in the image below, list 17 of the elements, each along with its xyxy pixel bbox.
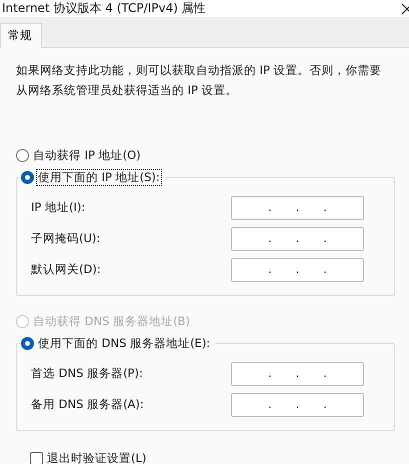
ip-address-field[interactable]: . . .: [231, 226, 364, 250]
ip-address-field[interactable]: . . .: [231, 196, 364, 220]
radio-option[interactable]: 使用下面的 IP 地址(S):: [21, 166, 161, 188]
field-label: 首选 DNS 服务器(P):: [31, 366, 143, 381]
radio-option[interactable]: 使用下面的 DNS 服务器地址(E):: [21, 332, 212, 354]
description-text: 如果网络支持此功能，则可以获取自动指派的 IP 设置。否则，你需要从网络系统管理员处获得适当的 IP 设置。: [16, 62, 383, 99]
ip-address-field[interactable]: . . .: [231, 362, 364, 386]
tab[interactable]: 常规: [0, 23, 42, 48]
field-label: 备用 DNS 服务器(A):: [31, 397, 144, 412]
checkbox-option[interactable]: 退出时验证设置(L): [30, 451, 395, 464]
field-label: IP 地址(I):: [31, 200, 86, 215]
radio-option[interactable]: 自动获得 IP 地址(O): [16, 144, 395, 166]
ip-address-field[interactable]: . . .: [231, 392, 364, 416]
ip-address-field[interactable]: . . .: [231, 258, 364, 282]
field-label: 默认网关(D):: [31, 262, 101, 277]
field-label: 子网掩码(U):: [31, 231, 100, 246]
window-title: Internet 协议版本 4 (TCP/IPv4) 属性: [2, 0, 206, 17]
